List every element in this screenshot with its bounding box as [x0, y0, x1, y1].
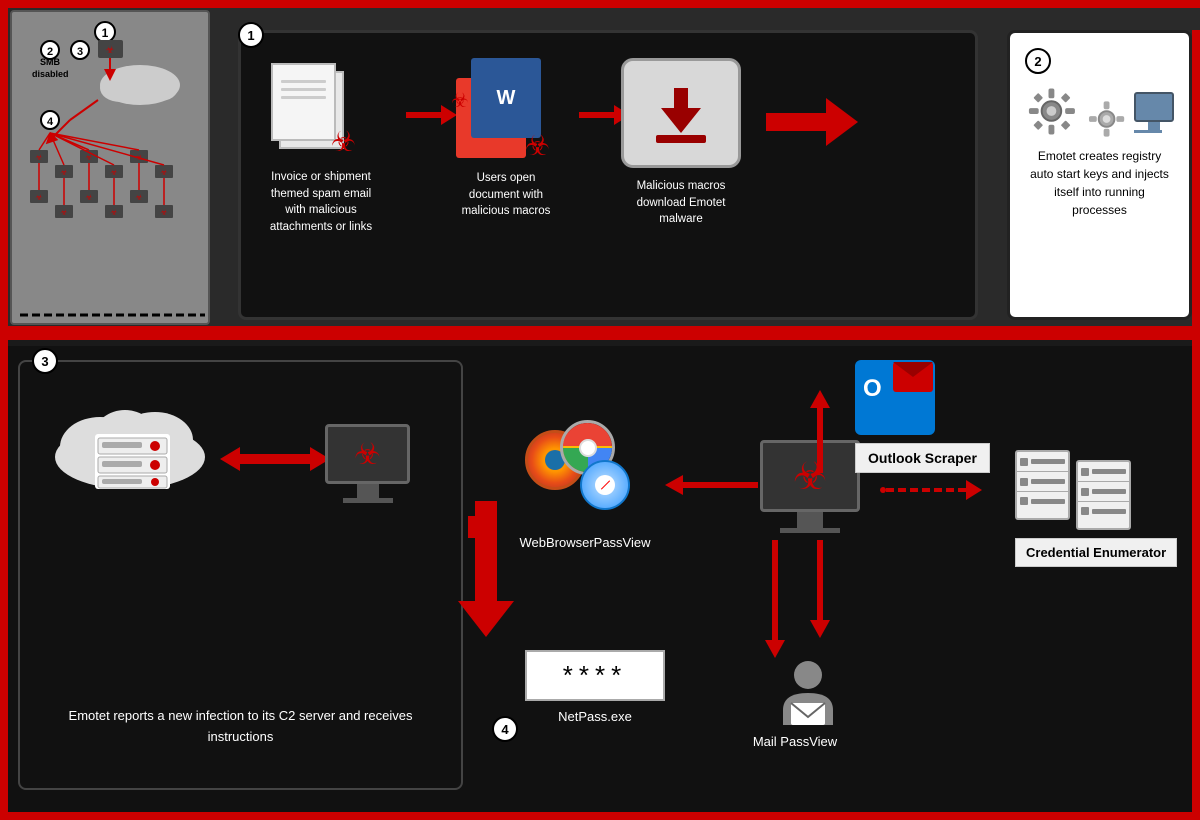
cloud-shape [40, 392, 200, 482]
svg-text:3: 3 [77, 46, 83, 58]
email-papers: ☣ [271, 63, 351, 153]
top-section: 1 SMB disabled 2 3 4 ☣ [0, 0, 1200, 340]
svg-text:☣: ☣ [60, 208, 67, 217]
outlook-scraper-label: Outlook Scraper [855, 443, 990, 473]
cloud-icon [40, 392, 220, 492]
arrow-to-outlook [810, 390, 830, 473]
svg-text:☣: ☣ [135, 193, 142, 202]
svg-text:☣: ☣ [35, 193, 42, 202]
step1-label3: Malicious macros download Emotet malware [616, 178, 746, 228]
computer-icon [1134, 92, 1174, 139]
big-arrow-step2 [766, 98, 858, 146]
arrow-to-mailpass [765, 540, 785, 658]
step3-label: Emotet reports a new infection to its C2… [20, 706, 461, 748]
email-section: ☣ Invoice or shipment themed spam email … [271, 63, 371, 236]
credential-servers [1015, 450, 1177, 530]
mailpass-section: Mail PassView [760, 655, 855, 749]
svg-text:disabled: disabled [32, 69, 69, 79]
svg-text:2: 2 [47, 46, 53, 58]
mail-passview-icon [773, 655, 843, 730]
biohazard-icon1: ☣ [331, 125, 356, 158]
biohazard-monitor3: ☣ [354, 437, 381, 472]
step1-label1: Invoice or shipment themed spam email wi… [261, 169, 381, 236]
mailpass-label: Mail PassView [735, 734, 855, 749]
step4-area: ☣ [495, 360, 1190, 790]
download-icon [646, 78, 716, 148]
gear-icon1 [1025, 84, 1079, 139]
bottom-red-border [0, 326, 1200, 334]
svg-text:☣: ☣ [110, 208, 117, 217]
infected-monitor-3: ☣ [325, 424, 410, 503]
browser-logos-container [525, 420, 645, 530]
step2-circle: 2 [1025, 48, 1051, 74]
password-dots: **** [525, 650, 665, 701]
outer-left-border-top [0, 0, 8, 346]
right-border-line [1192, 30, 1200, 350]
c2-arrows [220, 447, 330, 471]
arrow1 [406, 105, 457, 125]
svg-text:1: 1 [102, 26, 109, 40]
step1-circle: 1 [238, 22, 264, 48]
step1-box: ☣ Invoice or shipment themed spam email … [238, 30, 978, 320]
netpass-label: NetPass.exe [525, 709, 665, 724]
webbrowser-label: WebBrowserPassView [515, 535, 655, 550]
cloud-server-section: ☣ [40, 392, 481, 482]
left-border-line [0, 346, 8, 806]
credential-label: Credential Enumerator [1015, 538, 1177, 567]
mail-person-icon [760, 655, 855, 730]
outer-bottom-border [0, 812, 1200, 820]
svg-text:☣: ☣ [160, 168, 167, 177]
mini-diagram-svg: 1 SMB disabled 2 3 4 ☣ [20, 20, 205, 320]
svg-text:☣: ☣ [160, 208, 167, 217]
biohazard-icon2b: ☣ [451, 88, 469, 113]
step1-label2: Users open document with malicious macro… [451, 170, 561, 220]
download-section: Malicious macros download Emotet malware [621, 58, 751, 228]
step3-circle: 3 [32, 348, 58, 374]
dashed-arrow-credential [880, 480, 982, 500]
arrow-to-netpass [810, 540, 830, 638]
svg-text:4: 4 [47, 116, 54, 128]
document-section: PDF W ☣ ☣ Users open document with malic… [456, 58, 556, 220]
overview-panel: 1 SMB disabled 2 3 4 ☣ [10, 10, 210, 325]
svg-text:☣: ☣ [35, 153, 42, 162]
credential-section: Credential Enumerator [1015, 450, 1177, 567]
svg-text:☣: ☣ [60, 168, 67, 177]
right-border-bottom [1192, 346, 1200, 820]
download-box [621, 58, 741, 168]
netpass-section: **** NetPass.exe [525, 650, 665, 724]
svg-text:☣: ☣ [85, 193, 92, 202]
browser-section: WebBrowserPassView [525, 420, 655, 550]
doc-stack: PDF W ☣ ☣ [456, 58, 546, 158]
gear-icon2 [1087, 99, 1126, 139]
bottom-section: 3 [0, 346, 1200, 820]
step2-label: Emotet creates registry auto start keys … [1025, 147, 1174, 219]
svg-text:☣: ☣ [106, 45, 115, 56]
outlook-section: O Outlook Scraper [855, 360, 990, 473]
outer-top-border [0, 0, 1200, 8]
step3-box: 3 [18, 360, 463, 790]
outlook-icon: O [855, 360, 935, 435]
biohazard-icon2: ☣ [525, 129, 550, 162]
step4-circle: 4 [492, 716, 518, 742]
arrow-to-browser [665, 475, 758, 495]
svg-text:☣: ☣ [110, 168, 117, 177]
gear-icons [1025, 84, 1174, 139]
step2-box: 2 [1007, 30, 1192, 320]
